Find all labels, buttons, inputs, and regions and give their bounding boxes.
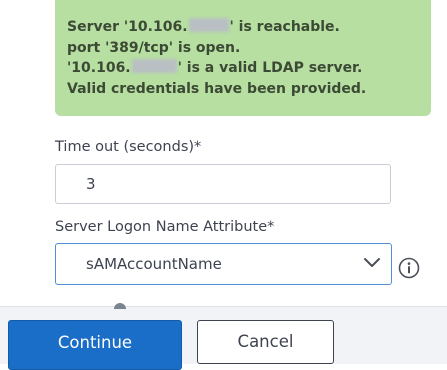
status-line-3-prefix: '10.106. bbox=[67, 60, 131, 76]
status-line-server-reachable: Server '10.106. ' is reachable. bbox=[67, 17, 431, 38]
info-icon[interactable] bbox=[398, 257, 420, 279]
status-line-1-suffix: ' is reachable. bbox=[229, 19, 340, 35]
status-line-valid-ldap: '10.106. ' is a valid LDAP server. bbox=[67, 58, 431, 79]
status-line-valid-credentials: Valid credentials have been provided. bbox=[67, 80, 367, 97]
redacted-ip-segment bbox=[131, 59, 177, 73]
scroll-edge-indicator bbox=[114, 303, 126, 309]
cancel-button[interactable]: Cancel bbox=[197, 320, 334, 364]
timeout-label: Time out (seconds)* bbox=[55, 139, 202, 155]
status-line-3-suffix: ' is a valid LDAP server. bbox=[177, 60, 363, 76]
logon-attribute-selected-value: sAMAccountName bbox=[86, 255, 222, 273]
status-line-1-prefix: Server '10.106. bbox=[67, 19, 188, 35]
timeout-input[interactable] bbox=[55, 164, 391, 204]
chevron-down-icon bbox=[364, 258, 380, 267]
status-line-port-open: port '389/tcp' is open. bbox=[67, 39, 241, 56]
connection-status-box: Server '10.106. ' is reachable. port '389… bbox=[55, 0, 431, 116]
redacted-ip-segment bbox=[188, 18, 229, 32]
logon-attribute-select[interactable]: sAMAccountName bbox=[55, 243, 392, 285]
logon-attribute-label: Server Logon Name Attribute* bbox=[55, 219, 275, 235]
continue-button[interactable]: Continue bbox=[8, 320, 182, 370]
